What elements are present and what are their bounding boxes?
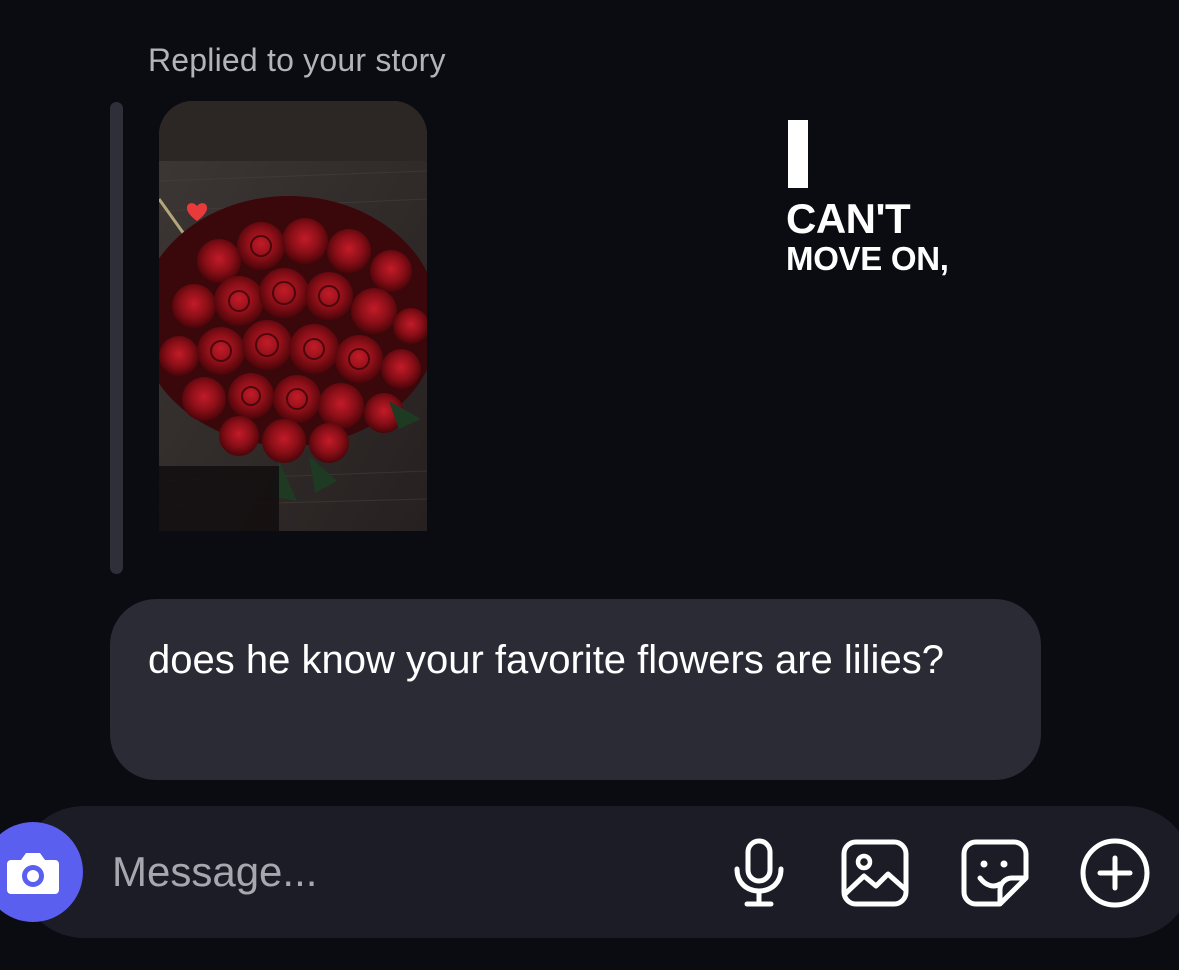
microphone-icon: [734, 838, 784, 907]
gallery-button[interactable]: [838, 836, 912, 910]
message-bubble[interactable]: does he know your favorite flowers are l…: [110, 599, 1041, 780]
story-thumbnail[interactable]: [159, 101, 427, 531]
message-text: does he know your favorite flowers are l…: [148, 638, 944, 682]
sticker-icon: [961, 839, 1029, 907]
story-text-overlay: I CAN'T MOVE ON,: [786, 120, 949, 275]
roses-image: [159, 101, 427, 531]
plus-icon: [1080, 838, 1150, 908]
sticker-button[interactable]: [958, 836, 1032, 910]
reply-quote-bar: [110, 102, 123, 574]
camera-icon: [7, 853, 59, 894]
more-options-button[interactable]: [1078, 836, 1152, 910]
message-input[interactable]: [112, 842, 692, 902]
story-text-cant: CAN'T: [786, 195, 911, 242]
story-text-move-on: MOVE ON,: [786, 240, 949, 277]
voice-message-button[interactable]: [722, 836, 796, 910]
story-text-i: I: [788, 120, 808, 188]
gallery-icon: [841, 839, 909, 907]
reply-caption: Replied to your story: [148, 42, 446, 78]
